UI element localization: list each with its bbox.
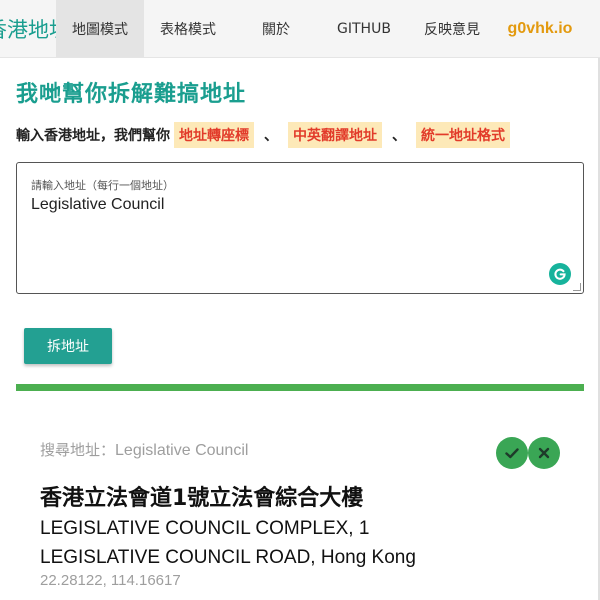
search-query-prefix: 搜尋地址： [40, 441, 116, 459]
grammarly-icon[interactable] [549, 263, 571, 285]
page-title: 我哋幫你拆解難搞地址 [16, 82, 247, 107]
result-address-chinese: 香港立法會道1號立法會綜合大樓 [40, 486, 364, 511]
check-icon [505, 448, 519, 459]
brand-title[interactable]: 香港地址 [0, 0, 56, 57]
top-nav: 香港地址 地圖模式 表格模式 關於 GITHUB 反映意見 g0vhk.io [0, 0, 600, 58]
feature-tag-translate: 中英翻譯地址 [288, 122, 382, 148]
feature-separator: 、 [264, 128, 278, 144]
address-textarea-label: 請輸入地址（每行一個地址） [31, 179, 174, 192]
feature-lead: 輸入香港地址，我們幫你 [16, 128, 170, 144]
page: 香港地址 地圖模式 表格模式 關於 GITHUB 反映意見 g0vhk.io 我… [0, 0, 600, 600]
feature-line: 輸入香港地址，我們幫你 地址轉座標 、 中英翻譯地址 、 統一地址格式 [16, 122, 514, 148]
address-textarea-value[interactable]: Legislative Council [31, 196, 164, 214]
resize-handle-icon[interactable] [573, 283, 581, 291]
search-query-value: Legislative Council [115, 442, 249, 459]
feature-separator: 、 [392, 128, 406, 144]
confirm-result-button[interactable] [496, 437, 528, 469]
reject-result-button[interactable] [528, 437, 560, 469]
feature-tag-geocode: 地址轉座標 [174, 122, 254, 148]
result-coordinates: 22.28122, 114.16617 [40, 572, 181, 589]
nav-item-map-mode[interactable]: 地圖模式 [56, 0, 144, 57]
section-divider [16, 384, 584, 391]
nav-item-feedback[interactable]: 反映意見 [408, 0, 496, 57]
nav-item-github[interactable]: GITHUB [320, 0, 408, 57]
nav-logo-g0vhk[interactable]: g0vhk.io [496, 0, 584, 57]
search-query: 搜尋地址：Legislative Council [40, 439, 248, 460]
address-textarea[interactable]: 請輸入地址（每行一個地址） Legislative Council [16, 162, 584, 294]
result-address-english: LEGISLATIVE COUNCIL COMPLEX, 1 LEGISLATI… [40, 518, 416, 568]
feature-tag-normalize: 統一地址格式 [416, 122, 510, 148]
split-address-button[interactable]: 拆地址 [24, 328, 112, 364]
nav-item-table-mode[interactable]: 表格模式 [144, 0, 232, 57]
nav-item-about[interactable]: 關於 [232, 0, 320, 57]
close-icon [538, 447, 550, 459]
